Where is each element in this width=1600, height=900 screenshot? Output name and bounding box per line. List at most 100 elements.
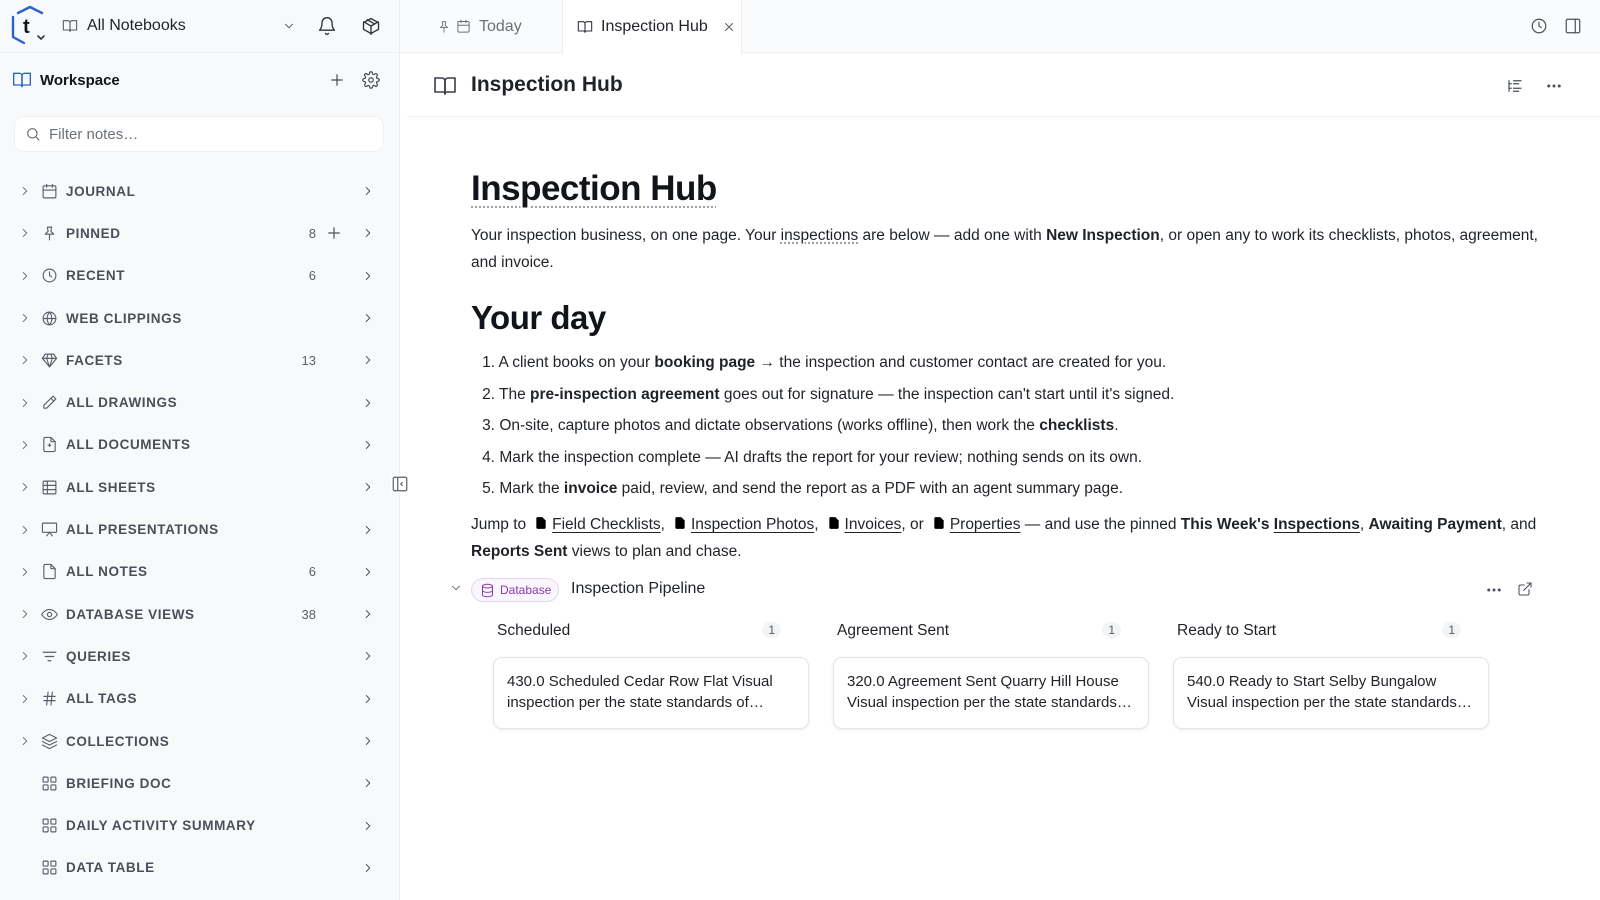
book-icon [62,18,78,34]
sidebar-item-briefing-doc[interactable]: BRIEFING DOC [0,762,400,804]
chevron-right-icon[interactable] [361,269,375,283]
chevron-right-icon[interactable] [18,311,32,325]
chevron-right-icon[interactable] [361,607,375,621]
sidebar-item-collections[interactable]: COLLECTIONS [0,720,400,762]
sidebar-item-all-documents[interactable]: ALL DOCUMENTS [0,424,400,466]
sidebar-nav: JOURNAL PINNED 8 RECENT 6 WEB CLIPPINGS FACETS… [0,170,400,889]
chevron-right-icon[interactable] [18,184,32,198]
pin-icon [41,225,58,242]
chevron-right-icon[interactable] [18,692,32,706]
document-heading[interactable]: Inspection Hub [471,169,717,209]
database-title[interactable]: Inspection Pipeline [571,580,705,598]
properties-link[interactable]: Properties [950,516,1021,533]
sidebar-item-web-clippings[interactable]: WEB CLIPPINGS [0,297,400,339]
chevron-right-icon[interactable] [361,480,375,494]
step-text: Mark the [499,480,564,497]
chevron-right-icon[interactable] [361,776,375,790]
sidebar-item-daily-activity-summary[interactable]: DAILY ACTIVITY SUMMARY [0,804,400,846]
chevron-right-icon[interactable] [18,269,32,283]
sidebar-item-queries[interactable]: QUERIES [0,635,400,677]
chevron-right-icon[interactable] [18,396,32,410]
column-name: Scheduled [497,622,571,639]
chevron-right-icon[interactable] [18,353,32,367]
more-options-icon[interactable] [1484,580,1504,600]
note-title[interactable]: Inspection Hub [471,73,623,97]
app-logo-icon[interactable]: t [10,5,48,47]
chevron-right-icon[interactable] [361,438,375,452]
more-options-icon[interactable] [1544,76,1564,96]
add-icon[interactable] [325,224,343,242]
inspections-link[interactable]: inspections [781,227,859,244]
sidebar-item-label: DAILY ACTIVITY SUMMARY [66,818,256,834]
chevron-right-icon[interactable] [18,226,32,240]
field-checklists-link[interactable]: Field Checklists [552,516,661,533]
gear-icon[interactable] [360,69,382,91]
column-header[interactable]: Ready to Start 1 [1151,619,1481,643]
tab-inspection-hub[interactable]: Inspection Hub [562,0,742,54]
chevron-right-icon[interactable] [361,692,375,706]
chevron-right-icon[interactable] [18,438,32,452]
chevron-right-icon[interactable] [361,734,375,748]
sidebar-item-facets[interactable]: FACETS 13 [0,339,400,381]
chevron-right-icon[interactable] [18,480,32,494]
chevron-right-icon[interactable] [18,565,32,579]
chevron-right-icon[interactable] [361,396,375,410]
chevron-right-icon[interactable] [361,184,375,198]
board-card[interactable]: 320.0 Agreement Sent Quarry Hill House V… [833,657,1149,729]
section-heading: Your day [471,299,606,336]
inspections-view-link[interactable]: Inspections [1274,516,1360,533]
sidebar-item-all-notes[interactable]: ALL NOTES 6 [0,551,400,593]
chevron-right-icon[interactable] [361,226,375,240]
sidebar-item-all-drawings[interactable]: ALL DRAWINGS [0,381,400,423]
intro-paragraph: Your inspection business, on one page. Y… [471,222,1541,276]
chevron-right-icon[interactable] [361,311,375,325]
chevron-right-icon[interactable] [18,734,32,748]
chevron-right-icon[interactable] [361,353,375,367]
close-tab-icon[interactable] [722,20,736,34]
bell-icon[interactable] [317,16,337,36]
database-embed: Database Inspection Pipeline Scheduled 1 4… [452,577,1541,747]
notebook-switcher[interactable]: All Notebooks [62,14,296,38]
database-badge[interactable]: Database [471,578,560,602]
column-name: Ready to Start [1177,622,1277,639]
chevron-right-icon[interactable] [18,649,32,663]
sidebar-item-all-presentations[interactable]: ALL PRESENTATIONS [0,508,400,550]
outline-icon[interactable] [1505,76,1525,96]
board-card[interactable]: 540.0 Ready to Start Selby Bungalow Visu… [1173,657,1489,729]
grid-icon [41,775,58,792]
pencil-icon [41,394,58,411]
column-header[interactable]: Agreement Sent 1 [811,619,1141,643]
reports-sent-text: Reports Sent [471,543,568,560]
add-icon[interactable] [326,69,348,91]
invoices-link[interactable]: Invoices [845,516,902,533]
chevron-right-icon[interactable] [18,607,32,621]
chevron-down-icon[interactable] [449,581,463,595]
filter-notes-field[interactable] [14,116,384,152]
sidebar-item-journal[interactable]: JOURNAL [0,170,400,212]
column-header[interactable]: Scheduled 1 [471,619,801,643]
board-column: Agreement Sent 1 320.0 Agreement Sent Quar… [811,619,1149,729]
chevron-right-icon[interactable] [18,523,32,537]
workspace-title[interactable]: Workspace [40,72,326,89]
chevron-right-icon[interactable] [361,523,375,537]
sidebar-item-pinned[interactable]: PINNED 8 [0,212,400,254]
eye-icon [41,606,58,623]
inspection-photos-link[interactable]: Inspection Photos [691,516,814,533]
chevron-right-icon[interactable] [361,649,375,663]
sidebar-item-recent[interactable]: RECENT 6 [0,255,400,297]
chevron-right-icon[interactable] [361,861,375,875]
tab-today[interactable]: Today [437,0,557,53]
sidebar-item-all-tags[interactable]: ALL TAGS [0,678,400,720]
cube-icon[interactable] [361,16,381,36]
history-icon[interactable] [1529,16,1549,36]
sidebar-item-database-views[interactable]: DATABASE VIEWS 38 [0,593,400,635]
collapse-sidebar-icon[interactable] [391,475,409,493]
sidebar-item-all-sheets[interactable]: ALL SHEETS [0,466,400,508]
chevron-right-icon[interactable] [361,565,375,579]
open-external-icon[interactable] [1516,580,1534,598]
board-card[interactable]: 430.0 Scheduled Cedar Row Flat Visual in… [493,657,809,729]
right-panel-icon[interactable] [1563,16,1583,36]
sidebar-item-data-table[interactable]: DATA TABLE [0,847,400,889]
chevron-right-icon[interactable] [361,819,375,833]
filter-notes-input[interactable] [49,125,369,143]
